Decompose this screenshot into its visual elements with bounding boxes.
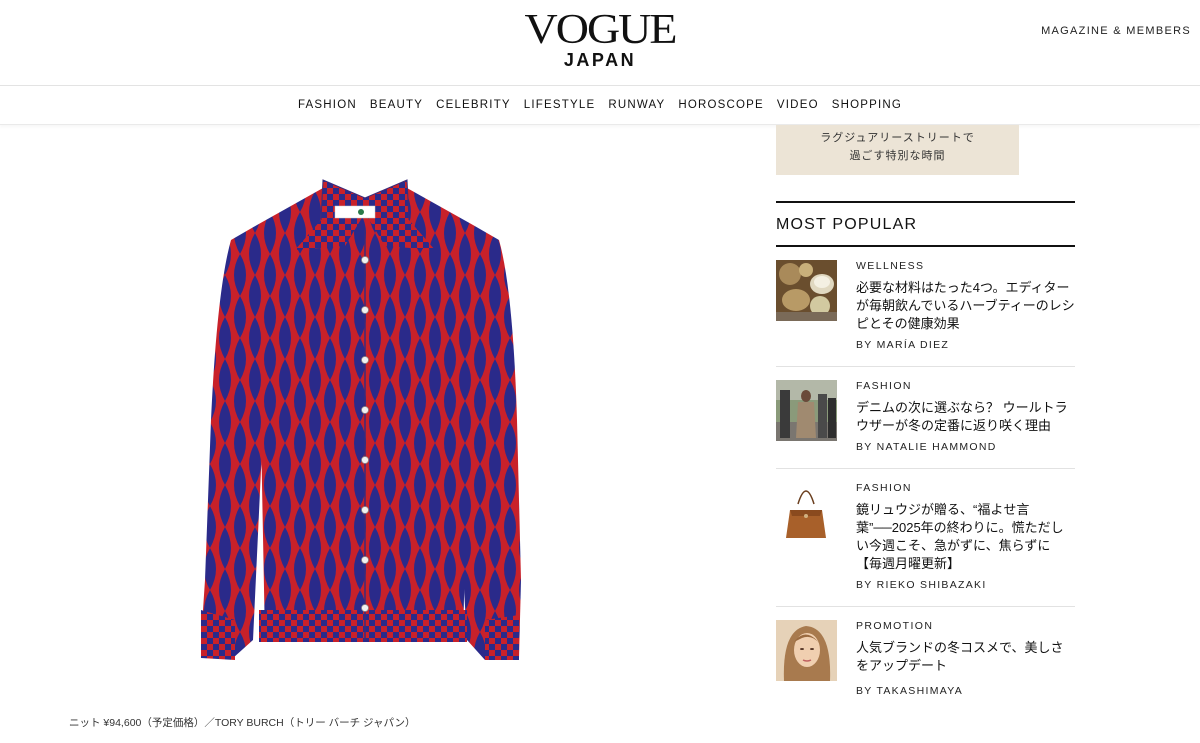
site-header: VOGUE JAPAN MAGAZINE & MEMBERS [0,0,1200,86]
logo-main: VOGUE [524,5,678,52]
divider [776,606,1075,607]
nav-item-video[interactable]: VIDEO [777,99,819,111]
item-title[interactable]: 人気ブランドの冬コスメで、美しさをアップデート [856,639,1076,675]
item-category: FASHION [856,380,912,392]
nav-item-runway[interactable]: RUNWAY [608,99,665,111]
promo-banner[interactable]: ラグジュアリーストリートで 過ごす特別な時間 [776,125,1019,175]
herbal-tea-ingredients-thumbnail[interactable] [776,260,837,321]
item-title[interactable]: デニムの次に選ぶなら？ ウールトラウザーが冬の定番に返り咲く理由 [856,399,1076,435]
item-byline: BY NATALIE HAMMOND [856,441,997,453]
popular-item[interactable]: FASHION 鏡リュウジが贈る、“福よせ言葉”──2025年の終わりに。慌ただ… [776,482,1075,597]
nav-item-celebrity[interactable]: CELEBRITY [436,99,511,111]
vogue-japan-logo[interactable]: VOGUE JAPAN [0,6,1200,70]
item-byline: BY TAKASHIMAYA [856,685,964,697]
promo-banner-line2: 過ごす特別な時間 [849,150,946,162]
nav-item-horoscope[interactable]: HOROSCOPE [678,99,764,111]
nav-item-shopping[interactable]: SHOPPING [832,99,902,111]
street-style-thumbnail[interactable] [776,380,837,441]
item-byline: BY MARÍA DIEZ [856,339,950,351]
promo-banner-line1: ラグジュアリーストリートで [820,132,975,144]
item-title[interactable]: 必要な材料はたった4つ。エディターが毎朝飲んでいるハーブティーのレシピとその健康… [856,279,1076,333]
item-category: WELLNESS [856,260,925,272]
divider [776,245,1075,247]
knit-shirt-image [201,179,521,660]
nav-item-lifestyle[interactable]: LIFESTYLE [524,99,596,111]
popular-item[interactable]: PROMOTION 人気ブランドの冬コスメで、美しさをアップデート BY TAK… [776,620,1075,700]
divider [776,468,1075,469]
most-popular-heading: MOST POPULAR [776,216,918,233]
popular-item[interactable]: WELLNESS 必要な材料はたった4つ。エディターが毎朝飲んでいるハーブティー… [776,260,1075,360]
popular-item[interactable]: FASHION デニムの次に選ぶなら？ ウールトラウザーが冬の定番に返り咲く理由… [776,380,1075,460]
brown-bag-thumbnail[interactable] [776,482,837,543]
divider [776,366,1075,367]
logo-sub: JAPAN [563,50,637,70]
divider [776,201,1075,203]
product-image [195,170,535,665]
product-caption: ニット ¥94,600（予定価格）／TORY BURCH（トリー バーチ ジャパ… [69,717,416,729]
item-title[interactable]: 鏡リュウジが贈る、“福よせ言葉”──2025年の終わりに。慌ただしい今週こそ、急… [856,501,1076,573]
item-category: FASHION [856,482,912,494]
model-portrait-thumbnail[interactable] [776,620,837,681]
item-category: PROMOTION [856,620,934,632]
item-byline: BY RIEKO SHIBAZAKI [856,579,987,591]
main-nav: FASHION BEAUTY CELEBRITY LIFESTYLE RUNWA… [0,86,1200,125]
nav-item-fashion[interactable]: FASHION [298,99,357,111]
magazine-members-link[interactable]: MAGAZINE & MEMBERS [1041,25,1191,37]
nav-item-beauty[interactable]: BEAUTY [370,99,423,111]
